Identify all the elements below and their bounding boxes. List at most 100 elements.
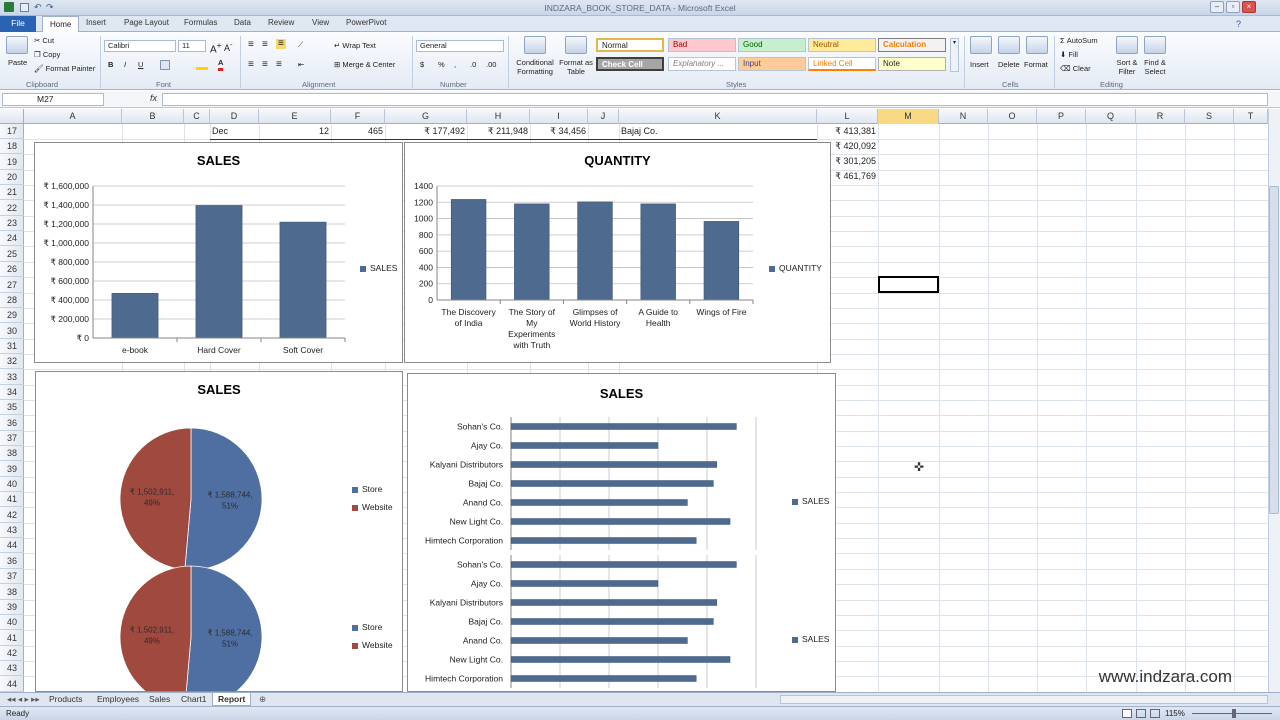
row-header[interactable]: 23	[0, 216, 24, 231]
align-right-icon[interactable]: ≡	[276, 60, 282, 70]
row-header[interactable]: 35	[0, 400, 24, 415]
zoom-slider-handle[interactable]	[1232, 709, 1236, 718]
fill-color-icon[interactable]	[196, 60, 208, 70]
grow-font-icon[interactable]: A+	[210, 40, 222, 55]
orientation-icon[interactable]: ⟋	[298, 40, 303, 50]
number-format-select[interactable]: General	[416, 40, 504, 52]
fill-button[interactable]: ⬇ Fill	[1060, 50, 1078, 60]
style-neutral[interactable]: Neutral	[808, 38, 876, 52]
column-header[interactable]: T	[1234, 109, 1268, 124]
row-header[interactable]: 27	[0, 278, 24, 293]
underline-button[interactable]: U	[138, 60, 143, 70]
bold-button[interactable]: B	[108, 60, 113, 70]
borders-icon[interactable]	[160, 60, 170, 70]
sheet-tab-sales[interactable]: Sales	[144, 693, 175, 706]
delete-cells-button[interactable]: Delete	[998, 60, 1020, 70]
normal-view-icon[interactable]	[1122, 709, 1132, 718]
cell-i17[interactable]: ₹ 34,456	[530, 124, 586, 139]
tab-powerpivot[interactable]: PowerPivot	[340, 16, 392, 31]
row-header[interactable]: 40	[0, 477, 24, 492]
row-header[interactable]: 36	[0, 416, 24, 431]
style-note[interactable]: Note	[878, 57, 946, 71]
format-as-table-icon[interactable]	[565, 36, 587, 54]
page-break-view-icon[interactable]	[1150, 709, 1160, 718]
sales-by-type-chart[interactable]: SALES ₹ 0 ₹ 200,000 ₹ 400,000 ₹ 600,000 ₹ 80…	[34, 142, 403, 363]
align-center-icon[interactable]: ≡	[262, 60, 268, 70]
percent-button[interactable]: %	[438, 60, 445, 70]
align-middle-icon[interactable]: ≡	[262, 40, 268, 50]
style-normal[interactable]: Normal	[596, 38, 664, 52]
column-header[interactable]: B	[122, 109, 184, 124]
copy-button[interactable]: ❐ Copy	[34, 50, 60, 60]
close-icon[interactable]: ×	[1242, 1, 1256, 13]
cell-l17[interactable]: ₹ 413,381	[817, 124, 876, 139]
sales-by-customer-chart[interactable]: SALES Sohan's Co. Ajay Co. Kalyani Distrib…	[407, 373, 836, 692]
row-header[interactable]: 39	[0, 462, 24, 477]
column-header[interactable]: C	[184, 109, 210, 124]
cut-button[interactable]: ✂ Cut	[34, 36, 54, 46]
active-cell-m27[interactable]	[878, 276, 939, 293]
tab-file[interactable]: File	[0, 16, 36, 32]
column-header[interactable]: Q	[1086, 109, 1136, 124]
row-header[interactable]: 40	[0, 615, 24, 630]
tab-review[interactable]: Review	[262, 16, 300, 31]
format-cells-icon[interactable]	[1026, 36, 1048, 54]
cell-k17[interactable]: Bajaj Co.	[621, 124, 658, 139]
row-header[interactable]: 37	[0, 431, 24, 446]
select-all-corner[interactable]	[0, 109, 24, 124]
insert-sheet-icon[interactable]: ⊕	[254, 693, 271, 706]
insert-cells-icon[interactable]	[970, 36, 992, 54]
row-header[interactable]: 42	[0, 646, 24, 661]
tab-insert[interactable]: Insert	[80, 16, 112, 31]
sheet-nav-icon[interactable]: ◂◂ ◂ ▸ ▸▸	[2, 693, 45, 706]
decrease-decimal-icon[interactable]: .00	[486, 60, 496, 70]
column-header[interactable]: K	[619, 109, 817, 124]
format-as-table-button[interactable]: Format as Table	[556, 58, 596, 76]
formula-input[interactable]	[162, 93, 1268, 106]
row-header[interactable]: 31	[0, 339, 24, 354]
cell-d17[interactable]: Dec	[212, 124, 228, 139]
find-select-icon[interactable]	[1144, 36, 1166, 54]
help-icon[interactable]: ?	[1236, 19, 1241, 29]
tab-formulas[interactable]: Formulas	[178, 16, 223, 31]
column-header[interactable]: S	[1185, 109, 1234, 124]
style-explanatory[interactable]: Explanatory ...	[668, 57, 736, 71]
column-header-active[interactable]: M	[878, 109, 939, 124]
font-name-select[interactable]: Calibri	[104, 40, 176, 52]
tab-home[interactable]: Home	[42, 16, 80, 33]
page-layout-view-icon[interactable]	[1136, 709, 1146, 718]
column-header[interactable]: R	[1136, 109, 1185, 124]
sort-filter-icon[interactable]	[1116, 36, 1138, 54]
styles-more-icon[interactable]: ▾	[950, 38, 959, 72]
style-check-cell[interactable]: Check Cell	[596, 57, 664, 71]
column-header[interactable]: A	[24, 109, 122, 124]
row-header[interactable]: 37	[0, 569, 24, 584]
row-header[interactable]: 41	[0, 631, 24, 646]
insert-function-button[interactable]: fx	[150, 93, 157, 103]
style-good[interactable]: Good	[738, 38, 806, 52]
tab-view[interactable]: View	[306, 16, 335, 31]
column-header[interactable]: F	[331, 109, 385, 124]
align-left-icon[interactable]: ≡	[248, 60, 254, 70]
column-header[interactable]: N	[939, 109, 988, 124]
font-color-icon[interactable]: A	[218, 58, 224, 71]
insert-cells-button[interactable]: Insert	[970, 60, 989, 70]
row-header[interactable]: 34	[0, 385, 24, 400]
italic-button[interactable]: I	[124, 60, 126, 70]
vertical-scroll-thumb[interactable]	[1269, 186, 1279, 514]
row-header[interactable]: 30	[0, 324, 24, 339]
row-header[interactable]: 25	[0, 247, 24, 262]
autosum-button[interactable]: Σ AutoSum	[1060, 36, 1098, 46]
sheet-tab-products[interactable]: Products	[44, 693, 88, 706]
horizontal-scrollbar[interactable]	[780, 695, 1268, 704]
merge-center-button[interactable]: ⊞ Merge & Center	[334, 60, 395, 70]
row-header[interactable]: 43	[0, 523, 24, 538]
zoom-level[interactable]: 115%	[1165, 709, 1185, 718]
cell-e17[interactable]: 12	[259, 124, 329, 139]
paste-icon[interactable]	[6, 36, 28, 54]
cell-g17[interactable]: ₹ 177,492	[385, 124, 465, 139]
column-header[interactable]: J	[588, 109, 619, 124]
row-header[interactable]: 44	[0, 677, 24, 692]
comma-style-icon[interactable]: ,	[454, 60, 456, 70]
column-header[interactable]: D	[210, 109, 259, 124]
